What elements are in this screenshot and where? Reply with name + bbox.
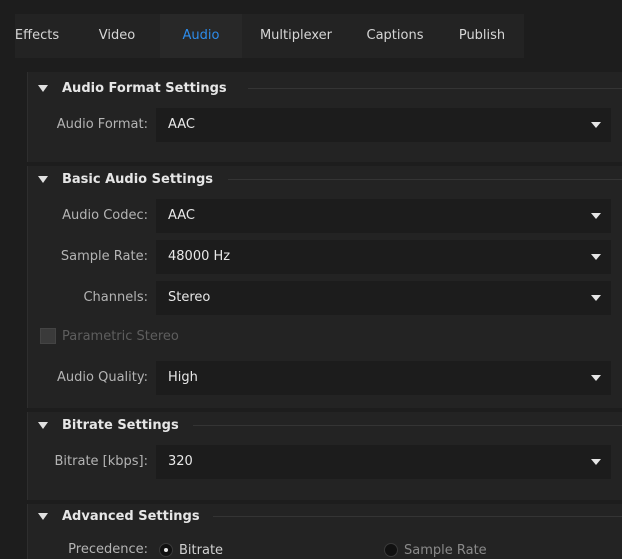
chevron-down-icon <box>591 254 601 260</box>
audio-quality-row: Audio Quality: High <box>28 361 622 395</box>
chevron-down-icon <box>591 295 601 301</box>
audio-codec-label: Audio Codec: <box>62 208 148 223</box>
channels-label: Channels: <box>83 290 148 305</box>
tab-bar: Effects Video Audio Multiplexer Captions… <box>0 0 622 60</box>
parametric-stereo-label: Parametric Stereo <box>62 328 179 344</box>
advanced-section: Advanced Settings Precedence: Bitrate Sa… <box>27 504 622 559</box>
bitrate-value: 320 <box>168 454 193 469</box>
triangle-down-icon <box>38 175 48 183</box>
bitrate-dropdown[interactable]: 320 <box>156 445 611 479</box>
audio-format-row: Audio Format: AAC <box>28 108 622 142</box>
audio-format-value: AAC <box>168 117 195 132</box>
audio-quality-dropdown[interactable]: High <box>156 361 611 395</box>
sample-rate-radio-label: Sample Rate <box>404 542 487 558</box>
sample-rate-value: 48000 Hz <box>168 249 231 264</box>
section-divider <box>213 516 622 517</box>
precedence-bitrate-option[interactable]: Bitrate <box>159 538 223 559</box>
sample-rate-row: Sample Rate: 48000 Hz <box>28 240 622 274</box>
section-title: Advanced Settings <box>62 508 200 524</box>
bitrate-radio-label: Bitrate <box>179 542 224 558</box>
tab-publish[interactable]: Publish <box>440 14 524 58</box>
basic-audio-header[interactable]: Basic Audio Settings <box>38 167 213 191</box>
audio-quality-value: High <box>168 370 198 385</box>
section-divider <box>228 179 622 180</box>
triangle-down-icon <box>38 421 48 429</box>
tab-effects[interactable]: Effects <box>0 14 74 58</box>
audio-codec-value: AAC <box>168 208 195 223</box>
chevron-down-icon <box>591 213 601 219</box>
chevron-down-icon <box>591 375 601 381</box>
chevron-down-icon <box>591 122 601 128</box>
channels-row: Channels: Stereo <box>28 281 622 315</box>
basic-audio-section: Basic Audio Settings Audio Codec: AAC Sa… <box>27 166 622 408</box>
sample-rate-dropdown[interactable]: 48000 Hz <box>156 240 611 274</box>
tab-captions[interactable]: Captions <box>350 14 440 58</box>
parametric-stereo-checkbox[interactable] <box>40 328 56 344</box>
triangle-down-icon <box>38 512 48 520</box>
audio-format-section: Audio Format Settings Audio Format: AAC <box>27 72 622 162</box>
section-divider <box>193 425 622 426</box>
tab-multiplexer[interactable]: Multiplexer <box>242 14 350 58</box>
channels-value: Stereo <box>168 290 211 305</box>
precedence-sample-rate-option[interactable]: Sample Rate <box>384 538 487 559</box>
section-divider <box>248 88 622 89</box>
bitrate-radio[interactable] <box>159 543 173 557</box>
audio-codec-row: Audio Codec: AAC <box>28 199 622 233</box>
tab-audio[interactable]: Audio <box>160 14 242 58</box>
sample-rate-radio[interactable] <box>384 543 398 557</box>
tab-strip: Effects Video Audio Multiplexer Captions… <box>15 14 524 58</box>
triangle-down-icon <box>38 84 48 92</box>
bitrate-section: Bitrate Settings Bitrate [kbps]: 320 <box>27 412 622 500</box>
sample-rate-label: Sample Rate: <box>60 249 148 264</box>
bitrate-label: Bitrate [kbps]: <box>54 454 149 469</box>
bitrate-row: Bitrate [kbps]: 320 <box>28 445 622 479</box>
bitrate-header[interactable]: Bitrate Settings <box>38 413 179 437</box>
audio-codec-dropdown[interactable]: AAC <box>156 199 611 233</box>
audio-settings-panel: Audio Format Settings Audio Format: AAC … <box>0 58 622 559</box>
parametric-stereo-row: Parametric Stereo <box>40 324 179 348</box>
audio-quality-label: Audio Quality: <box>57 370 148 385</box>
export-settings-window: Effects Video Audio Multiplexer Captions… <box>0 0 622 559</box>
section-title: Bitrate Settings <box>62 417 179 433</box>
chevron-down-icon <box>591 459 601 465</box>
audio-format-header[interactable]: Audio Format Settings <box>38 76 227 100</box>
section-title: Audio Format Settings <box>62 80 227 96</box>
precedence-label: Precedence: <box>68 542 148 557</box>
channels-dropdown[interactable]: Stereo <box>156 281 611 315</box>
section-title: Basic Audio Settings <box>62 171 214 187</box>
advanced-header[interactable]: Advanced Settings <box>38 504 200 528</box>
audio-format-label: Audio Format: <box>56 117 148 132</box>
tab-video[interactable]: Video <box>74 14 160 58</box>
audio-format-dropdown[interactable]: AAC <box>156 108 611 142</box>
